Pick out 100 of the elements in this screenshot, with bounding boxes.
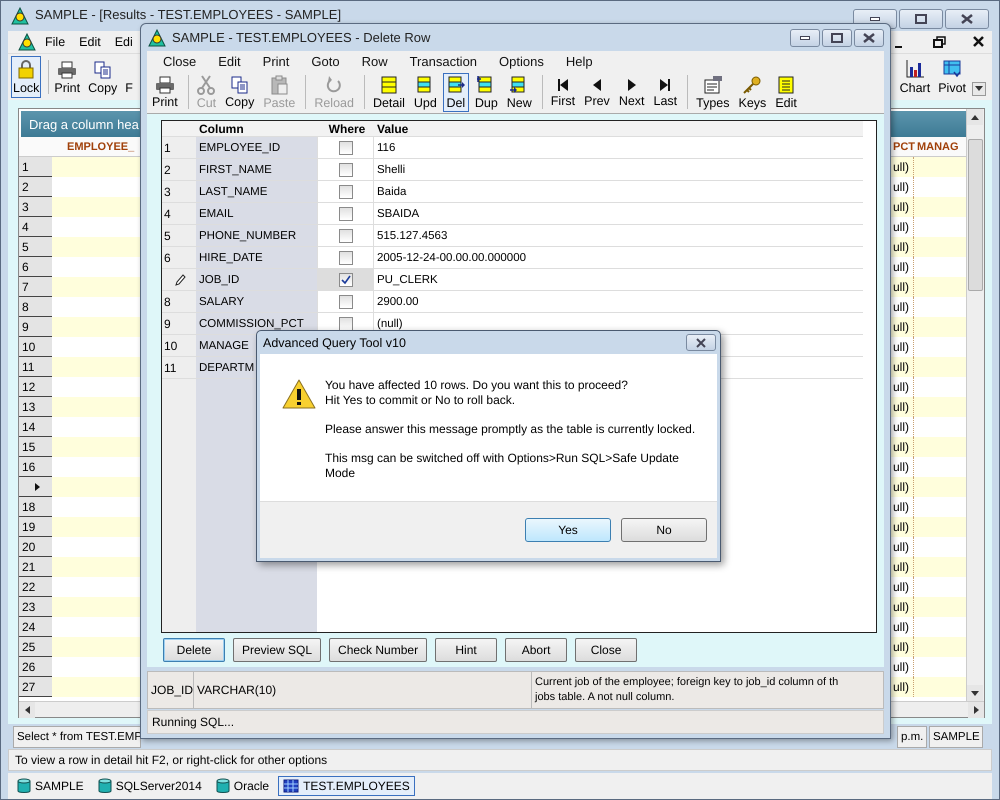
toolbar-button[interactable]: Types <box>693 72 733 112</box>
row-header[interactable]: 1 <box>162 137 196 158</box>
row-header[interactable]: 13 <box>19 397 52 417</box>
push-button[interactable]: Check Number <box>329 638 428 662</box>
scroll-left-button[interactable] <box>19 702 35 718</box>
menu-item[interactable]: Help <box>556 52 605 70</box>
row-header[interactable]: 10 <box>19 337 52 357</box>
menu-item[interactable]: File <box>45 35 66 49</box>
menu-item[interactable]: Close <box>153 52 208 70</box>
row-header[interactable]: 9 <box>19 317 52 337</box>
menu-item[interactable]: Options <box>489 52 556 70</box>
row-header[interactable]: 22 <box>19 577 52 597</box>
menu-item[interactable]: Row <box>352 52 400 70</box>
menu-item[interactable]: Edi <box>114 35 133 49</box>
row-header[interactable]: 8 <box>19 297 52 317</box>
row-header[interactable]: 5 <box>162 225 196 246</box>
column-header[interactable]: MANAG <box>914 137 959 156</box>
push-button[interactable]: Hint <box>435 638 498 662</box>
menu-item[interactable]: Edit <box>208 52 253 70</box>
row-header[interactable]: 15 <box>19 437 52 457</box>
toolbar-button[interactable]: Dup <box>472 72 501 112</box>
toolbar-button[interactable]: Detail <box>370 72 408 112</box>
toolbar-button[interactable]: First <box>548 74 578 110</box>
toolbar-button[interactable]: Copy <box>222 74 258 110</box>
column-header[interactable]: Value <box>374 121 863 136</box>
row-header[interactable]: 12 <box>19 377 52 397</box>
row-header[interactable]: 8 <box>162 291 196 312</box>
horizontal-scrollbar[interactable] <box>890 701 984 717</box>
row-header[interactable]: 11 <box>19 357 52 377</box>
toolbar-button[interactable]: Prev <box>581 74 613 110</box>
toolbar-button[interactable]: F <box>123 56 135 98</box>
checkbox[interactable] <box>338 294 352 308</box>
row-header[interactable] <box>19 477 52 497</box>
row-header[interactable]: 2 <box>162 159 196 180</box>
row-header[interactable]: 21 <box>19 557 52 577</box>
row-header[interactable]: 20 <box>19 537 52 557</box>
row-header[interactable]: 6 <box>162 247 196 268</box>
dialog-button[interactable]: Yes <box>525 518 611 542</box>
menu-item[interactable]: Transaction <box>400 52 490 70</box>
dialog-button[interactable]: No <box>621 518 707 542</box>
close-button[interactable] <box>854 28 884 46</box>
dropdown-button[interactable] <box>972 82 986 96</box>
scroll-right-button[interactable] <box>968 702 984 718</box>
row-header[interactable]: 1 <box>19 157 52 177</box>
checkbox[interactable] <box>338 140 352 154</box>
scroll-up-button[interactable] <box>967 109 983 125</box>
column-header[interactable]: PCT <box>890 137 914 156</box>
row-header[interactable]: 11 <box>162 357 196 378</box>
vertical-scrollbar[interactable] <box>966 109 984 701</box>
column-header[interactable]: Column <box>196 121 317 136</box>
menu-item[interactable]: Edit <box>79 35 101 49</box>
menu-item[interactable]: Print <box>252 52 302 70</box>
row-header[interactable]: 4 <box>19 217 52 237</box>
row-header[interactable]: 27 <box>19 677 52 697</box>
column-header[interactable]: Where <box>317 121 374 136</box>
scroll-down-button[interactable] <box>967 685 983 701</box>
checkbox[interactable] <box>338 250 352 264</box>
minimize-button[interactable] <box>790 28 820 46</box>
row-header[interactable]: 19 <box>19 517 52 537</box>
row-header[interactable]: 23 <box>19 597 52 617</box>
toolbar-button[interactable]: Next <box>616 74 648 110</box>
row-header[interactable]: 10 <box>162 335 196 356</box>
toolbar-button[interactable]: Chart <box>898 56 932 98</box>
toolbar-button[interactable]: Del <box>442 72 469 112</box>
scroll-thumb[interactable] <box>968 139 983 291</box>
toolbar-button[interactable]: Keys <box>736 72 770 112</box>
menu-item[interactable]: Goto <box>301 52 352 70</box>
connection-tab[interactable]: TEST.EMPLOYEES <box>278 776 415 796</box>
row-header[interactable]: 3 <box>162 181 196 202</box>
connection-tab[interactable]: Oracle <box>210 775 274 797</box>
row-header[interactable]: 24 <box>19 617 52 637</box>
maximize-button[interactable] <box>822 28 852 46</box>
row-header[interactable]: 25 <box>19 637 52 657</box>
close-button[interactable] <box>945 9 989 29</box>
row-header[interactable]: 9 <box>162 313 196 334</box>
horizontal-scrollbar[interactable] <box>19 701 140 717</box>
toolbar-button[interactable]: Upd <box>410 72 440 112</box>
row-header[interactable]: 3 <box>19 197 52 217</box>
checkbox[interactable] <box>338 316 352 330</box>
row-header[interactable]: 6 <box>19 257 52 277</box>
row-header[interactable]: 16 <box>19 457 52 477</box>
row-header[interactable]: 26 <box>19 657 52 677</box>
maximize-button[interactable] <box>899 9 943 29</box>
toolbar-button[interactable]: Pivot <box>936 56 968 98</box>
toolbar-button[interactable]: Edit <box>772 72 800 112</box>
row-header[interactable] <box>162 269 196 290</box>
toolbar-button[interactable]: New <box>504 72 535 112</box>
connection-tab[interactable]: SAMPLE <box>12 775 89 797</box>
row-header[interactable]: 5 <box>19 237 52 257</box>
toolbar-button[interactable]: Print <box>52 56 82 98</box>
checkbox[interactable] <box>338 162 352 176</box>
connection-tab[interactable]: SQLServer2014 <box>92 775 207 797</box>
row-header[interactable]: 18 <box>19 497 52 517</box>
row-header[interactable]: 4 <box>162 203 196 224</box>
row-header[interactable]: 7 <box>19 277 52 297</box>
checkbox[interactable] <box>338 184 352 198</box>
push-button[interactable]: Close <box>575 638 638 662</box>
toolbar-button[interactable]: Print <box>149 74 181 110</box>
checkbox[interactable] <box>338 272 352 286</box>
checkbox[interactable] <box>338 228 352 242</box>
